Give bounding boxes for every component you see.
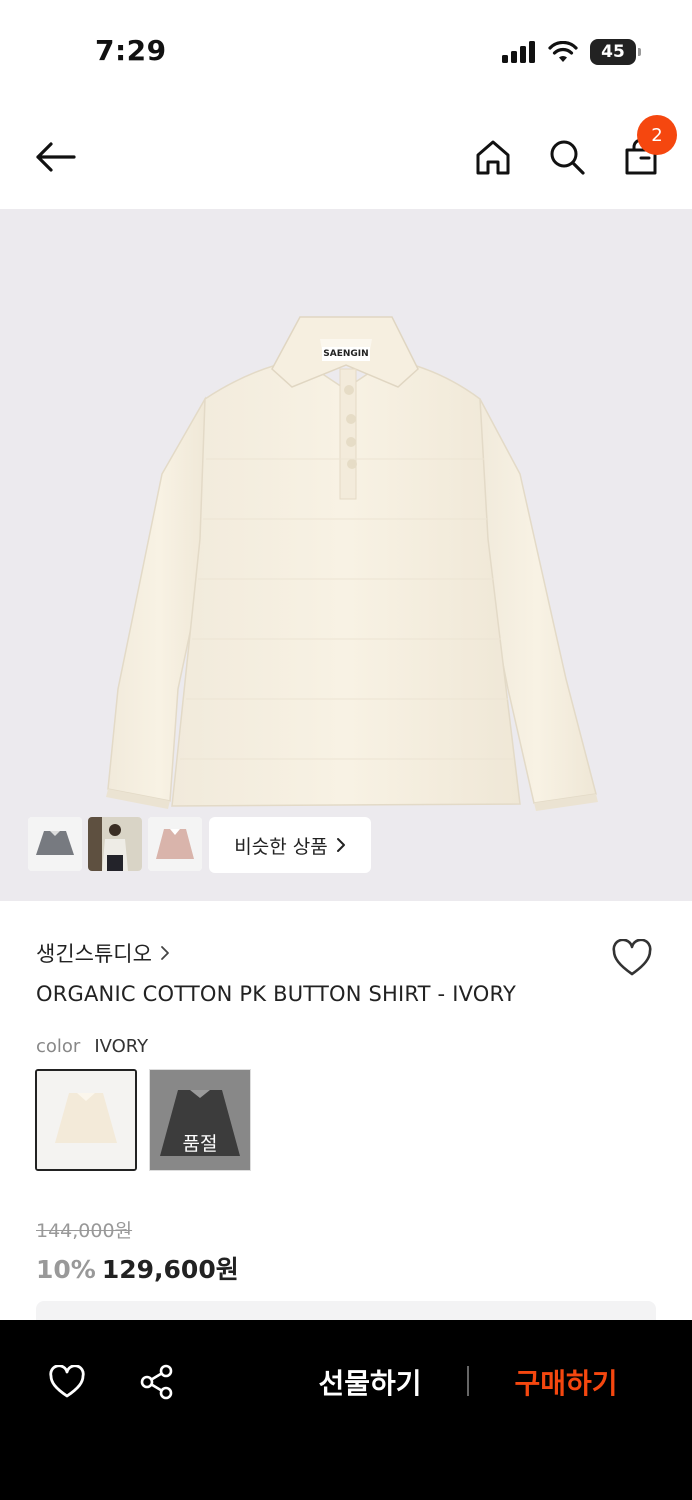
grey-sweater-image (28, 817, 82, 871)
cart-count-badge: 2 (637, 115, 677, 155)
heart-outline-icon (612, 939, 652, 976)
share-icon (140, 1364, 173, 1400)
ivory-shirt-swatch-image (37, 1071, 135, 1169)
wishlist-button[interactable] (608, 934, 656, 982)
discount-rate: 10% (36, 1255, 96, 1284)
similar-thumbnails (28, 817, 202, 871)
color-swatches: 품절 (35, 1069, 251, 1171)
similar-thumb-model[interactable] (88, 817, 142, 871)
option-label: color (36, 1036, 81, 1057)
brand-name: 생긴스튜디오 (36, 942, 152, 966)
status-time: 7:29 (95, 34, 167, 67)
battery-level: 45 (601, 42, 625, 62)
soldout-label: 품절 (182, 1133, 218, 1155)
original-price: 144,000원 (36, 1220, 133, 1242)
similar-thumb-grey-sweater[interactable] (28, 817, 82, 871)
chevron-right-icon (336, 838, 345, 852)
brand-link[interactable]: 생긴스튜디오 (36, 938, 170, 968)
chevron-right-icon (161, 946, 169, 960)
swatch-ivory[interactable] (35, 1069, 137, 1171)
sale-price: 129,600원 (101, 1255, 239, 1284)
polo-shirt-image (106, 316, 598, 811)
shirt-label: SAENGIN (323, 349, 369, 359)
signal-icon (502, 41, 535, 63)
similar-thumb-pink-shirt[interactable] (148, 817, 202, 871)
gift-button[interactable]: 선물하기 (300, 1358, 440, 1406)
status-icons: 45 (502, 38, 641, 66)
buy-button[interactable]: 구매하기 (496, 1358, 636, 1406)
wifi-icon (548, 41, 578, 62)
battery-icon: 45 (590, 39, 641, 65)
bottom-action-bar (0, 1320, 692, 1500)
heart-outline-icon (49, 1365, 85, 1398)
home-button[interactable] (468, 132, 518, 182)
bottom-bar-divider (467, 1366, 469, 1396)
pink-shirt-image (148, 817, 202, 871)
similar-products-label: 비슷한 상품 (234, 835, 328, 858)
search-icon (550, 140, 585, 175)
color-option-row: color IVORY (36, 1036, 148, 1057)
bottom-wishlist-button[interactable] (45, 1360, 89, 1404)
back-arrow-icon (36, 142, 76, 172)
back-button[interactable] (31, 132, 81, 182)
option-value: IVORY (94, 1036, 149, 1057)
similar-products-button[interactable]: 비슷한 상품 (209, 817, 371, 873)
search-button[interactable] (542, 132, 592, 182)
nav-bar (0, 110, 692, 205)
model-photo-image (88, 817, 142, 871)
product-title: ORGANIC COTTON PK BUTTON SHIRT - IVORY (36, 982, 517, 1006)
share-button[interactable] (135, 1360, 179, 1404)
swatch-charcoal-soldout[interactable]: 품절 (149, 1069, 251, 1171)
status-bar: 7:29 45 (0, 0, 692, 100)
home-icon (476, 140, 510, 175)
product-image[interactable]: SAENGIN (0, 209, 692, 901)
price-row: 10% 129,600원 (36, 1250, 239, 1286)
